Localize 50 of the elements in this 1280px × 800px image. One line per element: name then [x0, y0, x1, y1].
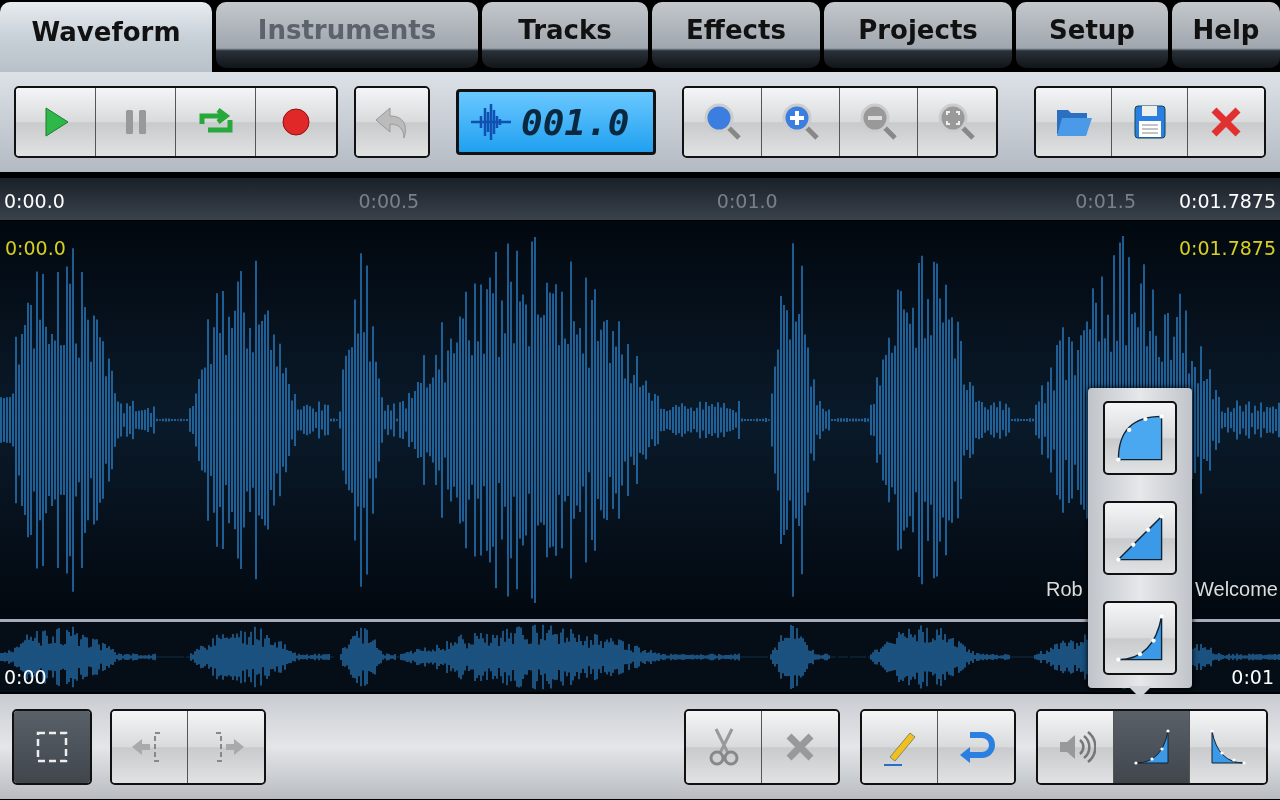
fade-in-button[interactable] [1114, 710, 1190, 783]
select-button[interactable] [14, 710, 90, 783]
zoom-out-icon [858, 102, 899, 142]
play-button[interactable] [16, 88, 96, 156]
ruler-label: 0:01.5 [1075, 190, 1136, 212]
zoom-fit-button[interactable] [918, 88, 996, 156]
loop-button[interactable] [176, 88, 256, 156]
volume-button[interactable] [1038, 710, 1114, 783]
waveform-icon [469, 102, 513, 142]
ruler-label: 0:01.7875 [1178, 190, 1276, 212]
tab[interactable]: Effects [652, 2, 820, 68]
linear-fade-button[interactable] [1103, 501, 1177, 575]
fade-in-curve-icon [1113, 611, 1167, 665]
overview-start-time: 0:00 [4, 666, 47, 688]
selection-start-time: 0:00.0 [5, 237, 66, 259]
overview-end-time: 0:01 [1231, 666, 1274, 688]
zoom-out-button[interactable] [840, 88, 918, 156]
tab[interactable]: Tracks [482, 2, 648, 68]
ruler-label: 0:00.0 [4, 190, 65, 212]
close-button[interactable] [1188, 88, 1264, 156]
zoom-button[interactable] [684, 88, 762, 156]
undo-button[interactable] [938, 710, 1014, 783]
zoom-in-button[interactable] [762, 88, 840, 156]
magnifier-icon [702, 102, 743, 142]
marker-label: Welcome [1195, 578, 1278, 601]
tab[interactable]: Help [1172, 2, 1280, 68]
tab[interactable]: Setup [1016, 2, 1168, 68]
open-button[interactable] [1036, 88, 1112, 156]
pause-button[interactable] [96, 88, 176, 156]
zoom-fit-icon [937, 102, 977, 142]
cut-button[interactable] [686, 710, 762, 783]
convex-curve-icon [1113, 411, 1167, 465]
popup-pointer [1128, 686, 1152, 698]
record-button[interactable] [256, 88, 336, 156]
counter-digits: 001.0 [521, 101, 630, 143]
ruler-label: 0:01.0 [716, 190, 778, 212]
trim-right-button[interactable] [188, 710, 264, 783]
tab[interactable]: Projects [824, 2, 1012, 68]
zoom-in-icon [780, 102, 821, 142]
trim-left-button[interactable] [112, 710, 188, 783]
save-button[interactable] [1112, 88, 1188, 156]
concave-fade-button[interactable] [1103, 601, 1177, 675]
selection-end-time: 0:01.7875 [1178, 237, 1276, 259]
fade-out-button[interactable] [1190, 710, 1266, 783]
marker-label: Rob [1046, 578, 1083, 601]
linear-ramp-icon [1113, 511, 1167, 565]
draw-button[interactable] [862, 710, 938, 783]
ruler-label: 0:00.5 [358, 190, 420, 212]
tab[interactable]: Waveform [0, 2, 212, 72]
convex-fade-button[interactable] [1103, 401, 1177, 475]
